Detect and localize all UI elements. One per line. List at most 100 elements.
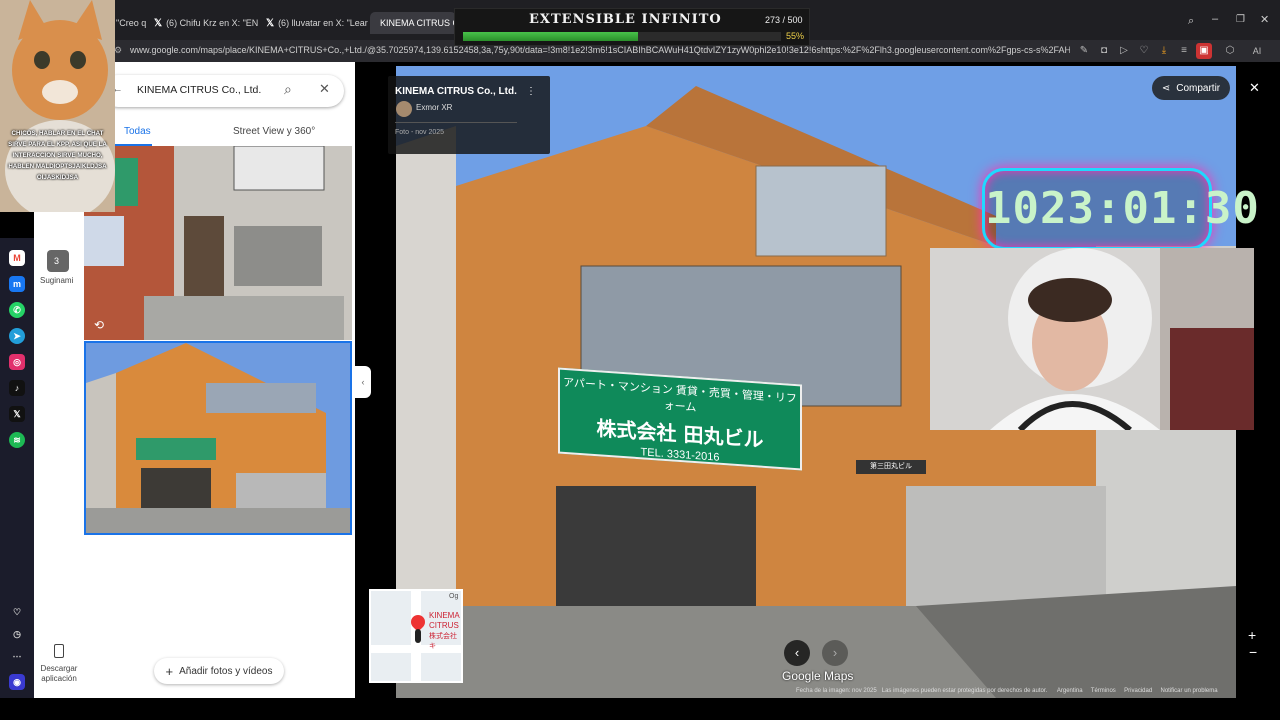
menu-icon[interactable]: ≡ xyxy=(1176,43,1192,59)
map-label: CITRUS xyxy=(429,621,459,630)
map-label: KINEMA xyxy=(429,611,460,620)
share-label: Compartir xyxy=(1176,82,1221,94)
spotify-icon[interactable]: ≋ xyxy=(9,432,25,448)
more-icon[interactable]: ⋯ xyxy=(9,648,25,664)
next-photo-button[interactable]: › xyxy=(822,640,848,666)
goal-progress-fill xyxy=(463,32,638,41)
download-icon[interactable]: ⤓ xyxy=(1156,43,1172,59)
goal-percent: 55% xyxy=(786,31,805,41)
tab-street-view[interactable]: Street View y 360° xyxy=(233,126,315,137)
map-footer: Fecha de la imagen: nov 2025 Las imágene… xyxy=(796,688,1218,694)
tab-all[interactable]: Todas xyxy=(124,126,151,137)
search-input[interactable]: KINEMA CITRUS Co., Ltd. xyxy=(137,84,261,96)
search-icon[interactable]: ⌕ xyxy=(284,81,292,98)
avatar[interactable] xyxy=(396,101,412,117)
x-app-icon[interactable]: 𝕏 xyxy=(9,406,25,422)
report-problem-link[interactable]: Notificar un problema xyxy=(1161,688,1218,694)
tiktok-icon[interactable]: ♪ xyxy=(9,380,25,396)
gmail-icon[interactable]: M xyxy=(9,250,25,266)
zoom-in-button[interactable]: + xyxy=(1248,627,1256,643)
pegman-icon xyxy=(415,629,421,643)
history-icon[interactable]: ◷ xyxy=(9,626,25,642)
camera-icon[interactable]: ◘ xyxy=(1096,43,1112,59)
more-options-icon[interactable]: ⋮ xyxy=(526,86,536,97)
close-window-icon[interactable]: ✕ xyxy=(1260,13,1269,26)
ai-button[interactable]: AI xyxy=(1242,43,1272,59)
instagram-icon[interactable]: ◎ xyxy=(9,354,25,370)
goal-count: 273 / 500 xyxy=(765,15,803,25)
map-label: Og xyxy=(449,593,459,600)
company-sign: アパート・マンション 賃貸・売買・管理・リフォーム 株式会社 田丸ビル TEL.… xyxy=(558,367,802,471)
mini-map[interactable]: KINEMA CITRUS 株式会社キ Og xyxy=(369,589,463,683)
messenger-icon[interactable]: m xyxy=(9,276,25,292)
streamer-webcam xyxy=(930,248,1254,430)
saved-badge: 3 xyxy=(54,256,60,266)
profile-icon[interactable]: ◉ xyxy=(9,674,25,690)
previous-photo-button[interactable]: ‹ xyxy=(784,640,810,666)
google-maps-icon xyxy=(373,20,379,26)
saved-list-thumb[interactable]: 3 xyxy=(47,250,69,272)
restore-icon[interactable]: ❐ xyxy=(1236,14,1245,25)
ai-label: AI xyxy=(1252,46,1262,56)
goal-progress-track xyxy=(463,32,781,41)
share-button[interactable]: ⋖ Compartir xyxy=(1152,76,1230,100)
download-app-label[interactable]: Descargar aplicación xyxy=(36,664,82,684)
browser-tab-active[interactable]: KINEMA CITRUS Co xyxy=(370,12,456,34)
saved-label[interactable]: Suginami xyxy=(40,276,73,285)
photo-info-card: KINEMA CITRUS Co., Ltd. ⋮ Exmor XR Foto … xyxy=(388,76,550,154)
browser-tab[interactable]: 𝕏(6) lluvatar en X: "Learning xyxy=(260,12,368,34)
photo-date: Foto - nov 2025 xyxy=(395,129,445,136)
tab-label: (6) Chifu Krz en X: "EN DIR xyxy=(166,18,258,28)
search-tabs-icon[interactable]: ⌕ xyxy=(1188,15,1194,28)
site-info-icon[interactable]: ⚙ xyxy=(114,45,122,56)
photo-thumbnail[interactable]: ⟲ xyxy=(84,146,352,340)
edit-icon[interactable]: ✎ xyxy=(1076,43,1092,59)
privacy-link[interactable]: Privacidad xyxy=(1124,688,1152,694)
google-maps-logo: Google Maps xyxy=(782,669,854,683)
goal-title: EXTENSIBLE INFINITO xyxy=(529,12,722,27)
heart-icon[interactable]: ♡ xyxy=(9,604,25,620)
collapse-panel-button[interactable]: ‹ xyxy=(355,366,371,398)
building-facade-photo xyxy=(86,343,350,533)
tab-label: "Creo q xyxy=(116,18,146,28)
close-street-view-icon[interactable]: ✕ xyxy=(1249,80,1260,96)
telegram-icon[interactable]: ➤ xyxy=(9,328,25,344)
whatsapp-icon[interactable]: ✆ xyxy=(9,302,25,318)
author-name[interactable]: Exmor XR xyxy=(416,103,452,112)
region[interactable]: Argentina xyxy=(1057,688,1083,694)
stream-timer: 1023:01:30 xyxy=(982,168,1259,250)
play-icon[interactable]: ▷ xyxy=(1116,43,1132,59)
share-icon: ⋖ xyxy=(1161,82,1171,94)
tab-label: (6) lluvatar en X: "Learning xyxy=(278,18,368,28)
x-icon: 𝕏 xyxy=(266,17,275,29)
cat-caption: CHICOS, HABLAR EN EL CHAT SIRVE PARA EL … xyxy=(8,130,107,181)
image-date: Fecha de la imagen: nov 2025 xyxy=(796,688,877,694)
add-photos-label: Añadir fotos y vídeos xyxy=(179,665,273,677)
360-icon: ⟲ xyxy=(94,318,105,332)
extension-icon[interactable]: ▣ xyxy=(1196,43,1212,59)
photo-thumbnail-selected[interactable] xyxy=(84,341,352,535)
favorite-icon[interactable]: ♡ xyxy=(1136,43,1152,59)
zoom-out-button[interactable]: − xyxy=(1249,644,1257,660)
minimize-icon[interactable]: – xyxy=(1212,13,1218,25)
plus-icon: + xyxy=(165,663,174,679)
x-icon: 𝕏 xyxy=(154,17,163,29)
terms-link[interactable]: Términos xyxy=(1091,688,1116,694)
building-entrance-photo xyxy=(84,146,352,340)
divider xyxy=(395,122,517,123)
goal-progress-overlay: EXTENSIBLE INFINITO 273 / 500 55% xyxy=(454,8,810,46)
close-icon[interactable]: ✕ xyxy=(319,81,330,97)
app-dock: M m ✆ ➤ ◎ ♪ 𝕏 ≋ ♡ ◷ ⋯ ◉ xyxy=(0,238,34,698)
cat-overlay: CHICOS, HABLAR EN EL CHAT SIRVE PARA EL … xyxy=(0,0,115,212)
add-photos-button[interactable]: + Añadir fotos y vídeos xyxy=(154,658,284,684)
building-name-sign: 第三田丸ビル xyxy=(856,460,926,474)
place-title[interactable]: KINEMA CITRUS Co., Ltd. xyxy=(395,86,517,97)
url-text[interactable]: www.google.com/maps/place/KINEMA+CITRUS+… xyxy=(130,45,1070,55)
browser-tab[interactable]: "Creo q xyxy=(110,12,146,34)
browser-tab[interactable]: 𝕏(6) Chifu Krz en X: "EN DIR xyxy=(148,12,258,34)
copyright-note: Las imágenes pueden estar protegidas por… xyxy=(881,688,1048,694)
search-box[interactable]: ← KINEMA CITRUS Co., Ltd. ⌕ ✕ xyxy=(102,75,344,107)
wallet-icon[interactable]: ⬡ xyxy=(1222,43,1238,59)
map-label: 株式会社キ xyxy=(429,633,457,650)
phone-icon[interactable] xyxy=(54,644,64,658)
